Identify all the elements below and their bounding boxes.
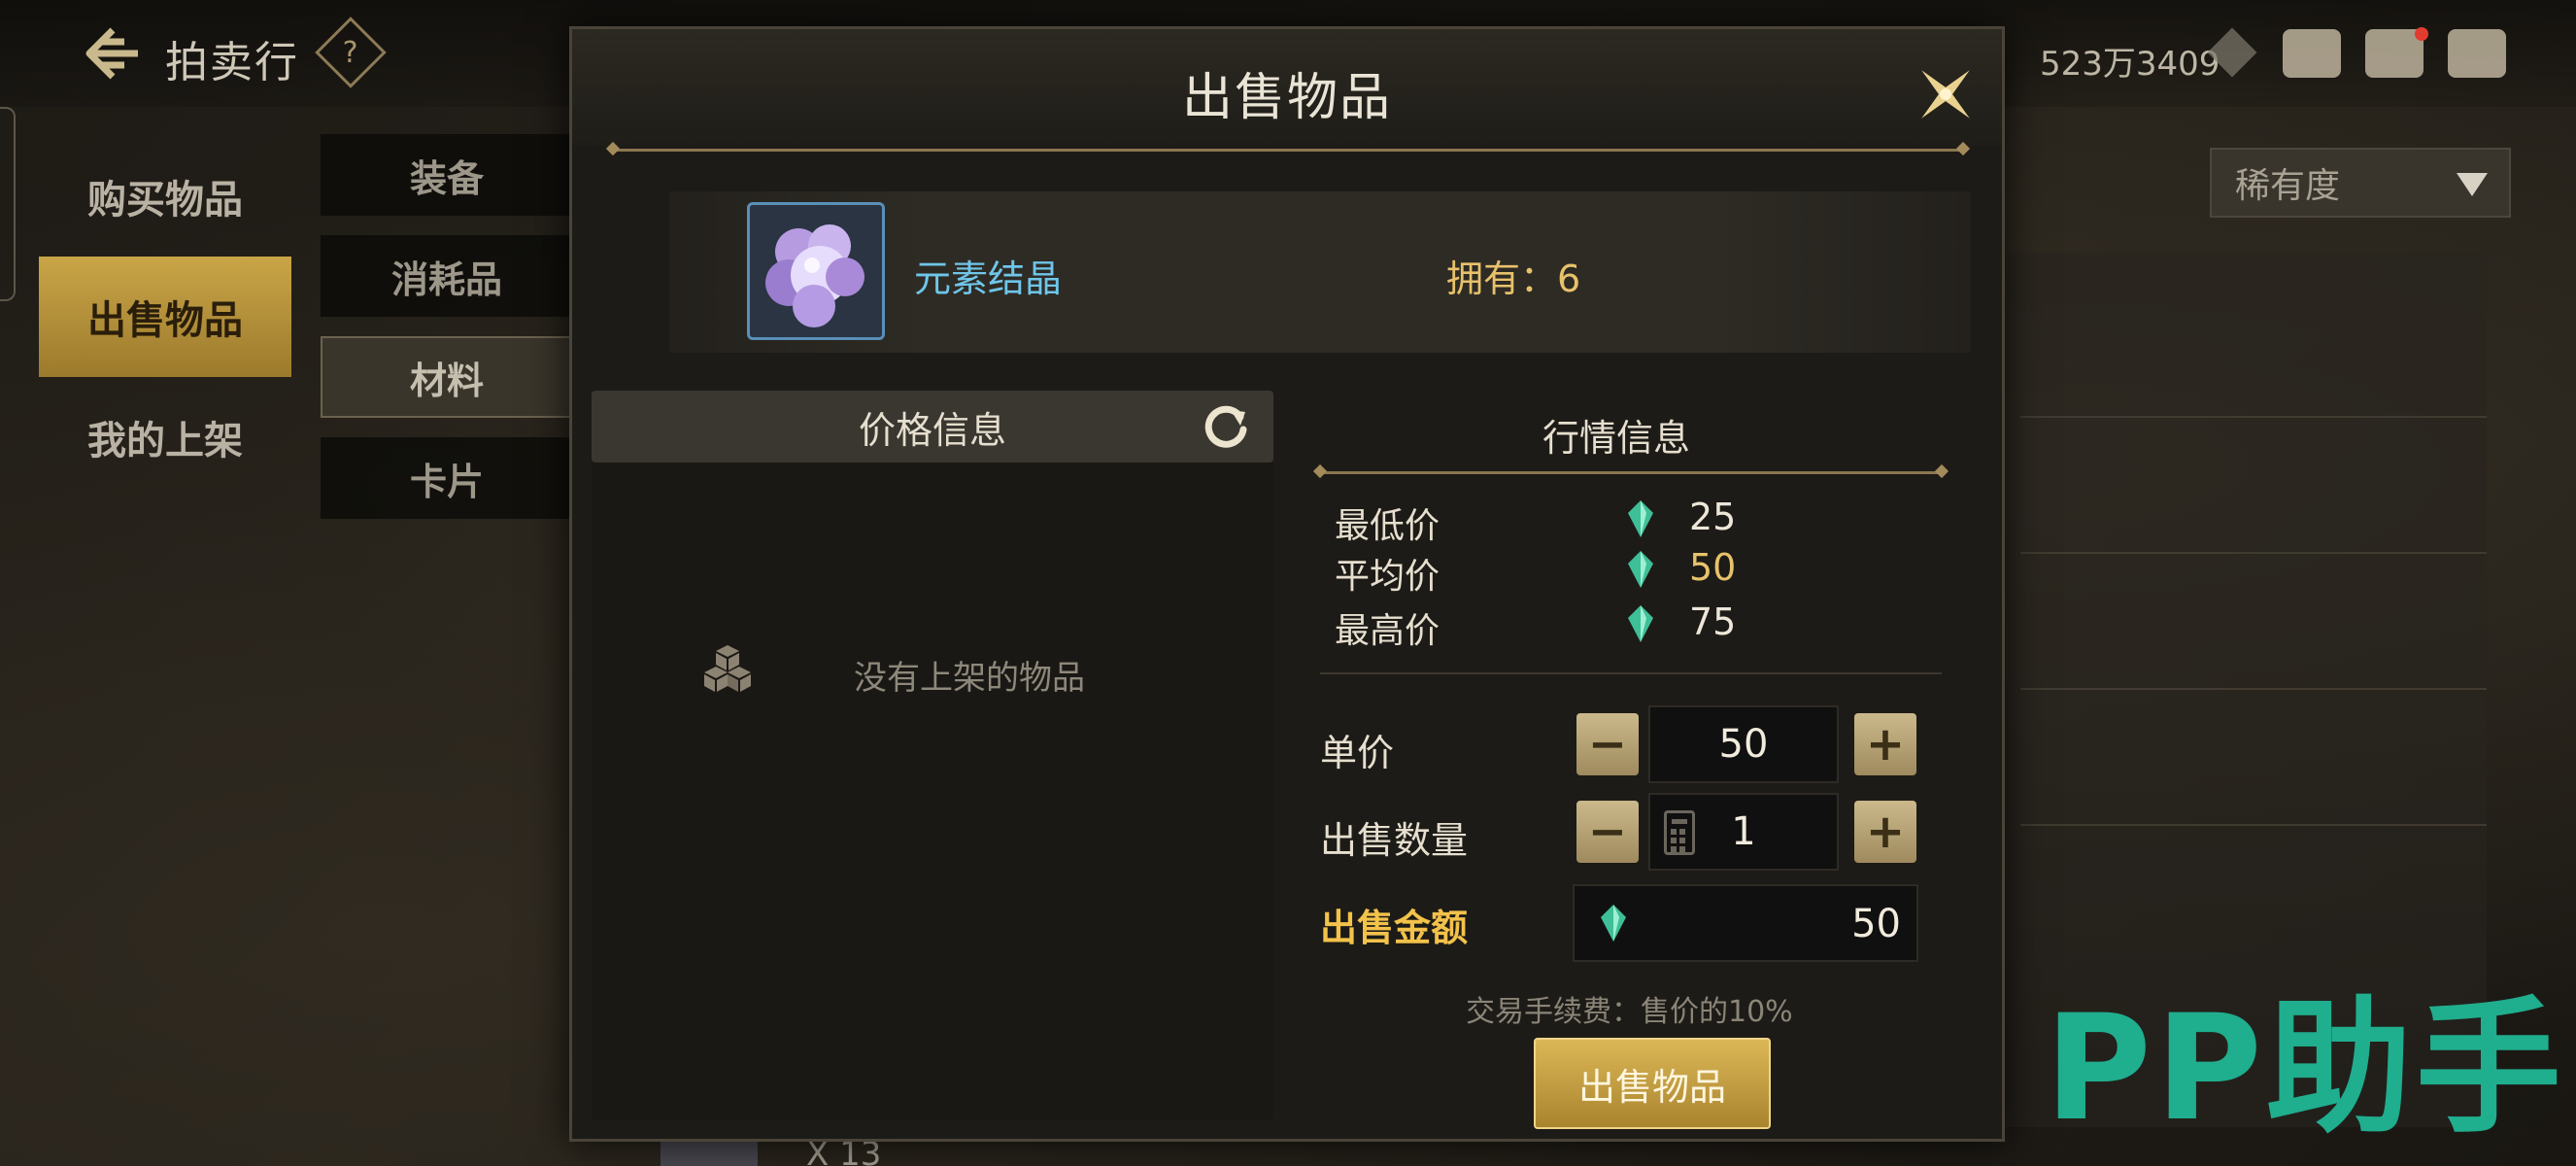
divider	[613, 149, 1963, 152]
calculator-icon[interactable]	[1664, 810, 1695, 855]
currency-amount: 523万3409	[2040, 45, 2220, 84]
max-price-label: 最高价	[1335, 611, 1441, 651]
price-info-header: 价格信息	[592, 391, 1273, 463]
chest-icon[interactable]	[2283, 29, 2341, 78]
notification-dot	[2415, 27, 2428, 41]
price-info-list	[592, 463, 1273, 1119]
unit-price-input[interactable]: 50	[1648, 705, 1839, 783]
quantity-minus-button[interactable]: −	[1576, 801, 1639, 863]
unit-price-minus-button[interactable]: −	[1576, 713, 1639, 775]
refresh-icon[interactable]	[1202, 402, 1250, 451]
side-nav-sell[interactable]: 出售物品	[39, 257, 291, 377]
category-nav: 装备 消耗品 材料 卡片	[321, 134, 573, 538]
empty-box-icon	[700, 641, 755, 696]
unit-price-label: 单价	[1320, 732, 1395, 774]
category-consumables[interactable]: 消耗品	[321, 235, 573, 317]
chat-icon[interactable]	[2448, 29, 2506, 78]
item-crystal-icon	[747, 202, 885, 340]
quantity-label: 出售数量	[1320, 819, 1469, 862]
total-amount-box: 50	[1573, 884, 1918, 962]
gem-icon	[1628, 500, 1653, 537]
quantity-value: 1	[1731, 809, 1756, 854]
page-title: 拍卖行	[165, 38, 299, 87]
category-equipment[interactable]: 装备	[321, 134, 573, 216]
unit-price-plus-button[interactable]: +	[1854, 713, 1916, 775]
sell-dialog: 出售物品 元素结晶 拥有：6 价格信息 没有上架的物品 行情信息 最低价 25 …	[569, 26, 2005, 1142]
side-nav: 购买物品 出售物品 我的上架	[39, 136, 291, 497]
listing-row	[2020, 292, 2487, 418]
category-cards[interactable]: 卡片	[321, 437, 573, 519]
side-handle[interactable]	[0, 107, 16, 301]
max-price-value: 75	[1689, 600, 1737, 643]
rarity-dropdown[interactable]: 稀有度	[2210, 148, 2511, 218]
item-name: 元素结晶	[914, 257, 1063, 300]
fee-text: 交易手续费：售价的10%	[1466, 995, 1793, 1029]
side-nav-my-listings[interactable]: 我的上架	[39, 377, 291, 497]
close-icon[interactable]	[1908, 56, 1983, 132]
min-price-value: 25	[1689, 496, 1737, 538]
listing-row	[2020, 428, 2487, 554]
avg-price-value: 50	[1689, 546, 1737, 589]
gem-icon	[1601, 905, 1626, 942]
listing-row	[2020, 700, 2487, 826]
back-arrow-icon[interactable]	[78, 21, 146, 86]
dropdown-arrow-icon	[2457, 173, 2488, 196]
listing-row	[2020, 564, 2487, 690]
category-materials[interactable]: 材料	[321, 336, 573, 418]
total-amount-value: 50	[1851, 902, 1901, 946]
rarity-label: 稀有度	[2235, 166, 2341, 206]
price-info-title: 价格信息	[858, 408, 1006, 452]
section-divider	[1320, 672, 1942, 674]
dialog-title: 出售物品	[1181, 69, 1392, 127]
sell-button[interactable]: 出售物品	[1534, 1038, 1771, 1129]
gem-icon	[1628, 605, 1653, 642]
empty-listing-text: 没有上架的物品	[854, 659, 1085, 698]
side-nav-buy[interactable]: 购买物品	[39, 136, 291, 257]
owned-count: 拥有：6	[1446, 257, 1581, 300]
watermark-logo: PP助手	[2045, 984, 2565, 1153]
market-divider	[1320, 471, 1942, 474]
total-amount-label: 出售金额	[1320, 907, 1469, 949]
quantity-plus-button[interactable]: +	[1854, 801, 1916, 863]
avg-price-label: 平均价	[1335, 557, 1441, 597]
min-price-label: 最低价	[1335, 506, 1441, 546]
market-info-title: 行情信息	[1542, 417, 1690, 460]
gem-icon	[1628, 551, 1653, 588]
